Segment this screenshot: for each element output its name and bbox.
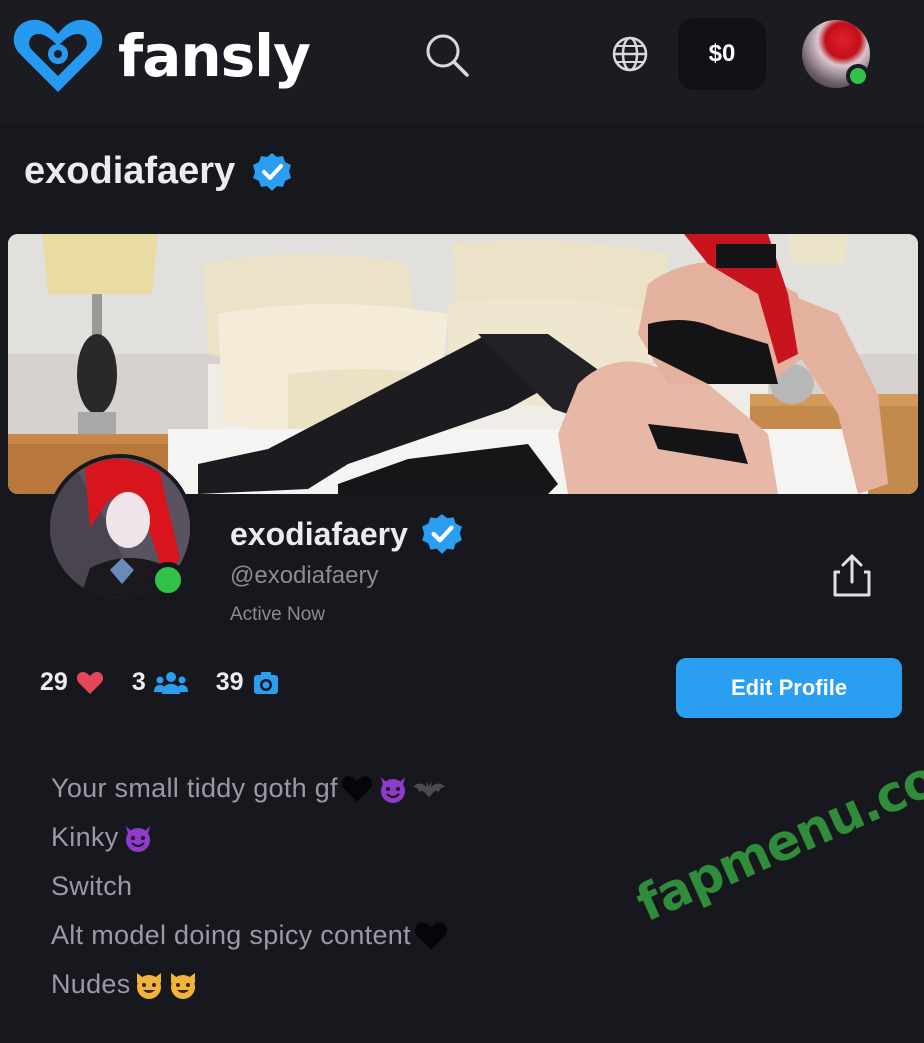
grinning-cat-icon	[170, 972, 195, 999]
nav-online-indicator	[846, 64, 870, 88]
active-status: Active Now	[230, 604, 326, 625]
profile-display-name: exodiafaery	[230, 512, 464, 556]
subscribers-count: 3	[131, 668, 146, 696]
search-button[interactable]	[424, 32, 470, 78]
share-button[interactable]	[832, 552, 872, 598]
smiling-devil-icon	[125, 825, 150, 852]
likes-count: 29	[40, 668, 68, 696]
profile-online-indicator	[150, 562, 186, 598]
search-icon	[426, 34, 469, 77]
bio-text: Your small tiddy goth gf	[51, 773, 338, 803]
language-button[interactable]	[610, 34, 650, 74]
bio-line: Switch	[51, 862, 449, 911]
bio-line: Kinky	[51, 813, 449, 862]
black-heart-icon	[414, 921, 448, 950]
media-count: 39	[215, 668, 244, 696]
bio-line: Nudes	[51, 960, 449, 1009]
page-title-text: exodiafaery	[24, 150, 236, 192]
logo-text: fansly	[118, 22, 311, 90]
black-heart-icon	[341, 775, 372, 802]
users-icon	[153, 671, 188, 694]
media-stat[interactable]: 39	[216, 668, 280, 697]
camera-icon	[253, 671, 278, 694]
fansly-logo[interactable]: fansly	[10, 16, 311, 96]
share-icon	[833, 554, 871, 597]
profile-banner-image[interactable]	[8, 234, 918, 494]
profile-bio: Your small tiddy goth gf Kinky Switch Al…	[51, 764, 449, 1009]
bio-text: Kinky	[51, 822, 119, 852]
profile-stats: 29 3 39	[40, 668, 308, 697]
fansly-heart-logo-icon	[13, 19, 103, 93]
heart-icon	[76, 671, 103, 694]
globe-icon	[612, 36, 648, 72]
verified-badge-icon	[253, 152, 292, 191]
display-name-text: exodiafaery	[230, 515, 408, 552]
page-title: exodiafaery	[24, 150, 293, 193]
bat-icon	[412, 780, 445, 797]
bio-text: Nudes	[51, 969, 131, 999]
edit-profile-button[interactable]: Edit Profile	[676, 658, 902, 718]
banner-photo	[8, 234, 918, 494]
watermark: fapmenu.com	[628, 728, 924, 933]
grinning-cat-icon	[136, 972, 161, 999]
subscribers-stat[interactable]: 3	[132, 668, 188, 697]
bio-line: Your small tiddy goth gf	[51, 764, 449, 813]
profile-handle: @exodiafaery	[230, 562, 379, 589]
bio-line: Alt model doing spicy content	[51, 911, 449, 960]
likes-stat[interactable]: 29	[40, 668, 104, 697]
verified-badge-icon	[421, 514, 462, 554]
top-navigation-bar: fansly $0	[0, 0, 924, 122]
bio-text: Alt model doing spicy content	[51, 920, 411, 950]
smiling-devil-icon	[380, 776, 405, 803]
bio-text: Switch	[51, 871, 133, 901]
wallet-balance-button[interactable]: $0	[678, 18, 766, 90]
